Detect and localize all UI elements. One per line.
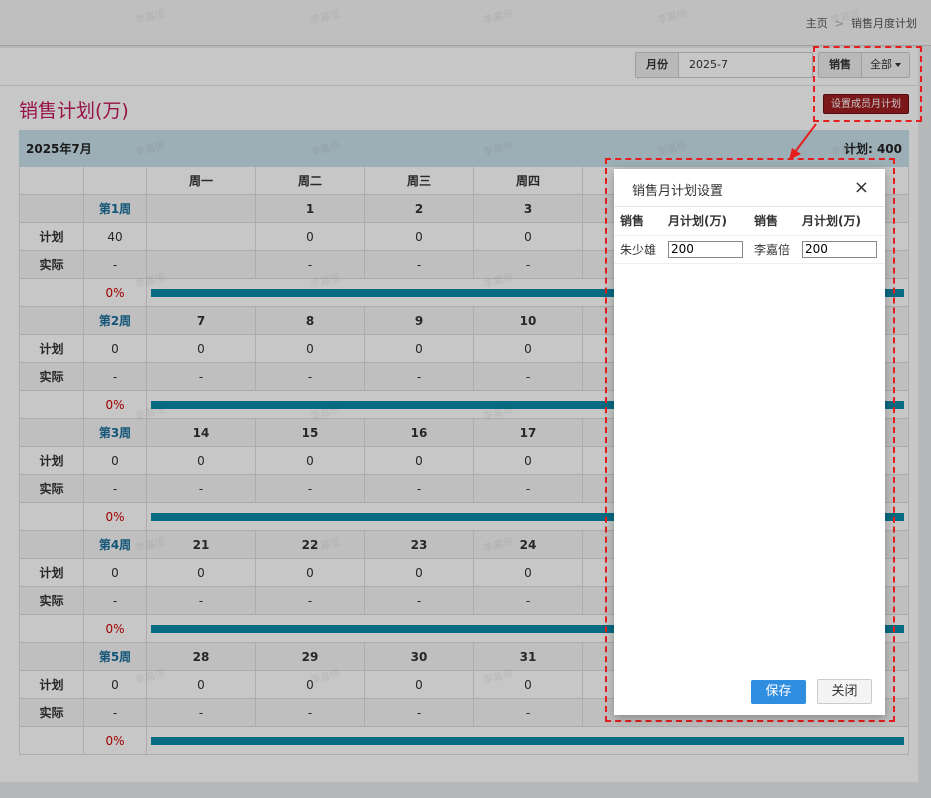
col-plan-header: 月计划(万): [796, 207, 885, 236]
close-icon[interactable]: ×: [854, 177, 869, 198]
member-plan-input[interactable]: [668, 240, 743, 258]
close-button[interactable]: 关闭: [817, 679, 872, 704]
member-name: 朱少雄: [614, 235, 662, 264]
member-plan-table: 销售 月计划(万) 销售 月计划(万) 朱少雄 李嘉倍: [614, 207, 885, 264]
member-plan-header: 销售 月计划(万) 销售 月计划(万): [614, 207, 885, 236]
plan-settings-modal: 销售月计划设置 × 销售 月计划(万) 销售 月计划(万) 朱少雄 李嘉倍 保存…: [614, 169, 885, 715]
save-button[interactable]: 保存: [751, 680, 806, 704]
modal-header: 销售月计划设置 ×: [614, 169, 885, 207]
col-sales-header: 销售: [748, 207, 796, 236]
modal-title: 销售月计划设置: [632, 184, 724, 199]
member-plan-row: 朱少雄 李嘉倍: [614, 235, 885, 264]
member-plan-cell: [662, 235, 748, 264]
member-plan-cell: [796, 235, 885, 264]
member-plan-input[interactable]: [802, 240, 877, 258]
col-plan-header: 月计划(万): [662, 207, 748, 236]
member-name: 李嘉倍: [748, 235, 796, 264]
highlight-box-button: [813, 46, 922, 122]
col-sales-header: 销售: [614, 207, 662, 236]
